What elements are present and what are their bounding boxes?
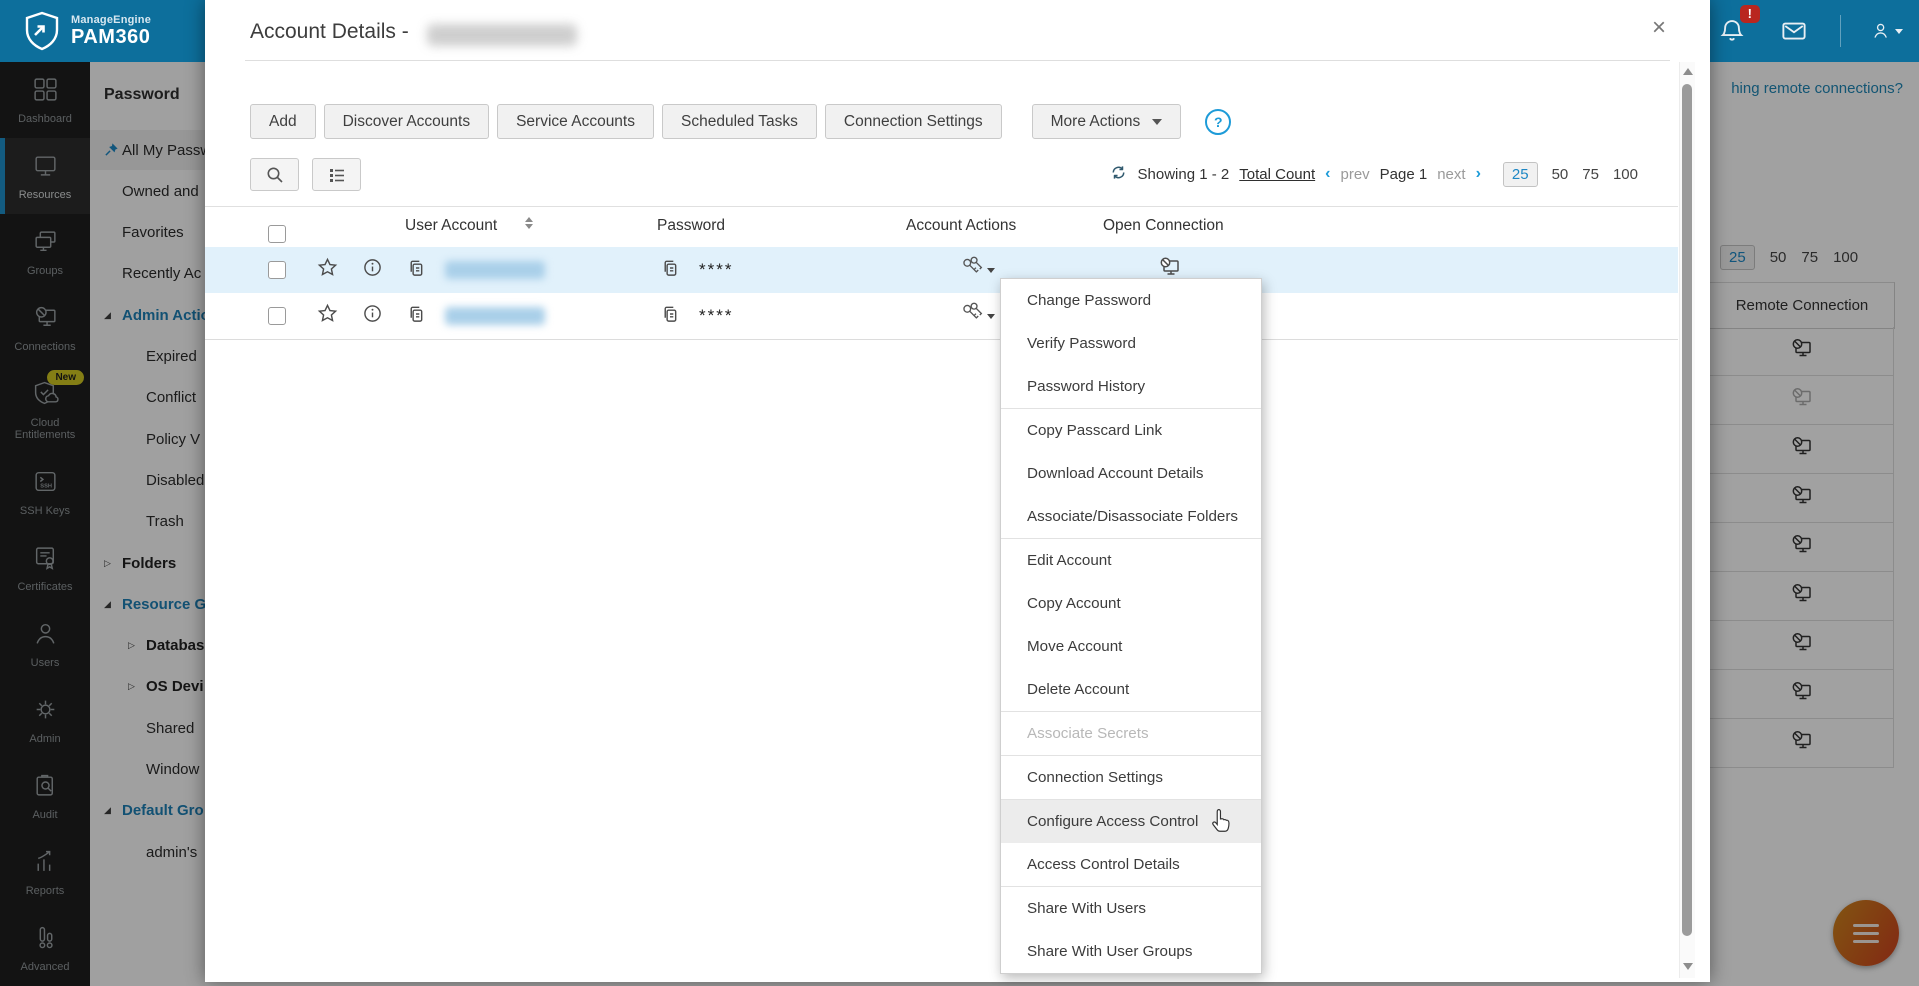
redacted-account-name[interactable] [445,307,545,325]
modal-toolbar: Add Discover Accounts Service Accounts Sche… [250,104,1232,139]
sort-icon[interactable] [525,217,533,229]
copy-icon[interactable] [660,304,679,328]
keys-icon [960,255,985,285]
refresh-icon[interactable] [1109,163,1128,186]
menu-item-delete-account[interactable]: Delete Account [1001,668,1261,711]
discover-accounts-button[interactable]: Discover Accounts [323,104,490,139]
keys-icon [960,301,985,331]
column-list-button[interactable] [312,158,361,191]
scroll-down-icon[interactable] [1683,963,1693,970]
chevron-down-icon [1152,118,1163,125]
brand-logo[interactable]: ManageEngine PAM360 [22,11,151,51]
column-user-account[interactable]: User Account [405,217,497,235]
menu-item-share-with-user-groups[interactable]: Share With User Groups [1001,930,1261,973]
menu-item-share-with-users[interactable]: Share With Users [1001,886,1261,930]
page-size-100[interactable]: 100 [1613,166,1638,183]
account-actions-button[interactable] [960,301,995,331]
page-size-75[interactable]: 75 [1582,166,1599,183]
account-details-modal: Account Details - × Add Discover Accounts… [205,0,1710,982]
menu-item-associate-disassociate-folders[interactable]: Associate/Disassociate Folders [1001,495,1261,538]
menu-item-copy-account[interactable]: Copy Account [1001,582,1261,625]
title-divider [245,60,1670,61]
next-label[interactable]: next [1437,166,1465,183]
page-size-selector: 25 50 75 100 [1502,161,1638,187]
notification-badge: ! [1739,5,1760,23]
modal-scrollbar[interactable] [1679,62,1695,978]
scroll-up-icon[interactable] [1683,68,1693,75]
user-menu-caret-icon [1895,28,1903,34]
table-header-row: User Account Password Account Actions Op… [205,206,1678,248]
account-actions-menu: Change Password Verify Password Password H… [1000,278,1262,974]
total-count-link[interactable]: Total Count [1239,166,1315,183]
pam360-shield-icon [25,11,59,51]
chevron-down-icon [987,267,995,273]
menu-item-download-account-details[interactable]: Download Account Details [1001,452,1261,495]
row-checkbox[interactable] [268,307,286,325]
brand-pam360: PAM360 [71,26,151,48]
mouse-hand-cursor [1208,808,1234,841]
menu-item-connection-settings[interactable]: Connection Settings [1001,755,1261,799]
account-row[interactable]: **** [205,293,1678,340]
star-icon[interactable] [317,303,338,329]
page-size-25[interactable]: 25 [1502,161,1538,187]
menu-item-access-control-details[interactable]: Access Control Details [1001,843,1261,886]
notifications-bell-icon[interactable]: ! [1716,5,1760,47]
scheduled-tasks-button[interactable]: Scheduled Tasks [662,104,817,139]
copy-icon[interactable] [406,258,425,282]
password-mask: **** [699,260,734,279]
chevron-down-icon [987,313,995,319]
star-icon[interactable] [317,257,338,283]
more-actions-label: More Actions [1050,112,1141,130]
info-icon[interactable] [363,304,382,328]
list-icon [329,168,344,182]
page-indicator: Page 1 [1379,165,1428,183]
showing-count-label: Showing 1 - 2 [1137,165,1230,183]
password-mask: **** [699,306,734,325]
info-icon[interactable] [363,258,382,282]
copy-icon[interactable] [406,304,425,328]
service-accounts-button[interactable]: Service Accounts [497,104,654,139]
copy-icon[interactable] [660,258,679,282]
prev-arrow-icon[interactable]: ‹ [1325,165,1330,183]
brand-manageengine: ManageEngine [71,14,152,26]
menu-item-copy-passcard-link[interactable]: Copy Passcard Link [1001,408,1261,452]
menu-item-associate-secrets: Associate Secrets [1001,711,1261,755]
header-divider [1840,15,1841,47]
close-icon[interactable]: × [1652,16,1666,40]
menu-item-password-history[interactable]: Password History [1001,365,1261,408]
menu-item-change-password[interactable]: Change Password [1001,279,1261,322]
menu-item-verify-password[interactable]: Verify Password [1001,322,1261,365]
pagination-bar: Showing 1 - 2 Total Count ‹ prev Page 1 … [1109,158,1638,190]
next-arrow-icon[interactable]: › [1476,165,1481,183]
menu-item-move-account[interactable]: Move Account [1001,625,1261,668]
pam360-app: ManageEngine PAM360 ! Dashboard Resources… [0,0,1919,986]
messages-mail-icon[interactable] [1778,15,1810,47]
search-icon [267,167,283,183]
prev-label[interactable]: prev [1340,166,1369,183]
user-profile-icon[interactable] [1871,15,1903,47]
scrollbar-thumb[interactable] [1682,84,1692,936]
connection-settings-button[interactable]: Connection Settings [824,104,1002,139]
page-size-50[interactable]: 50 [1552,166,1569,183]
table-iconbar [250,158,361,191]
search-button[interactable] [250,158,299,191]
modal-title: Account Details - [250,20,409,43]
brand-text: ManageEngine PAM360 [71,14,151,48]
help-icon[interactable]: ? [1205,108,1232,135]
column-account-actions: Account Actions [906,217,1017,234]
more-actions-button[interactable]: More Actions [1031,104,1182,139]
column-password: Password [657,217,726,234]
column-open-connection: Open Connection [1103,217,1224,234]
account-row[interactable]: **** [205,247,1678,293]
redacted-account-name[interactable] [445,261,545,279]
add-button[interactable]: Add [250,104,316,139]
account-actions-button[interactable] [960,255,995,285]
menu-item-edit-account[interactable]: Edit Account [1001,538,1261,582]
redacted-resource-name [427,24,577,46]
row-checkbox[interactable] [268,261,286,279]
